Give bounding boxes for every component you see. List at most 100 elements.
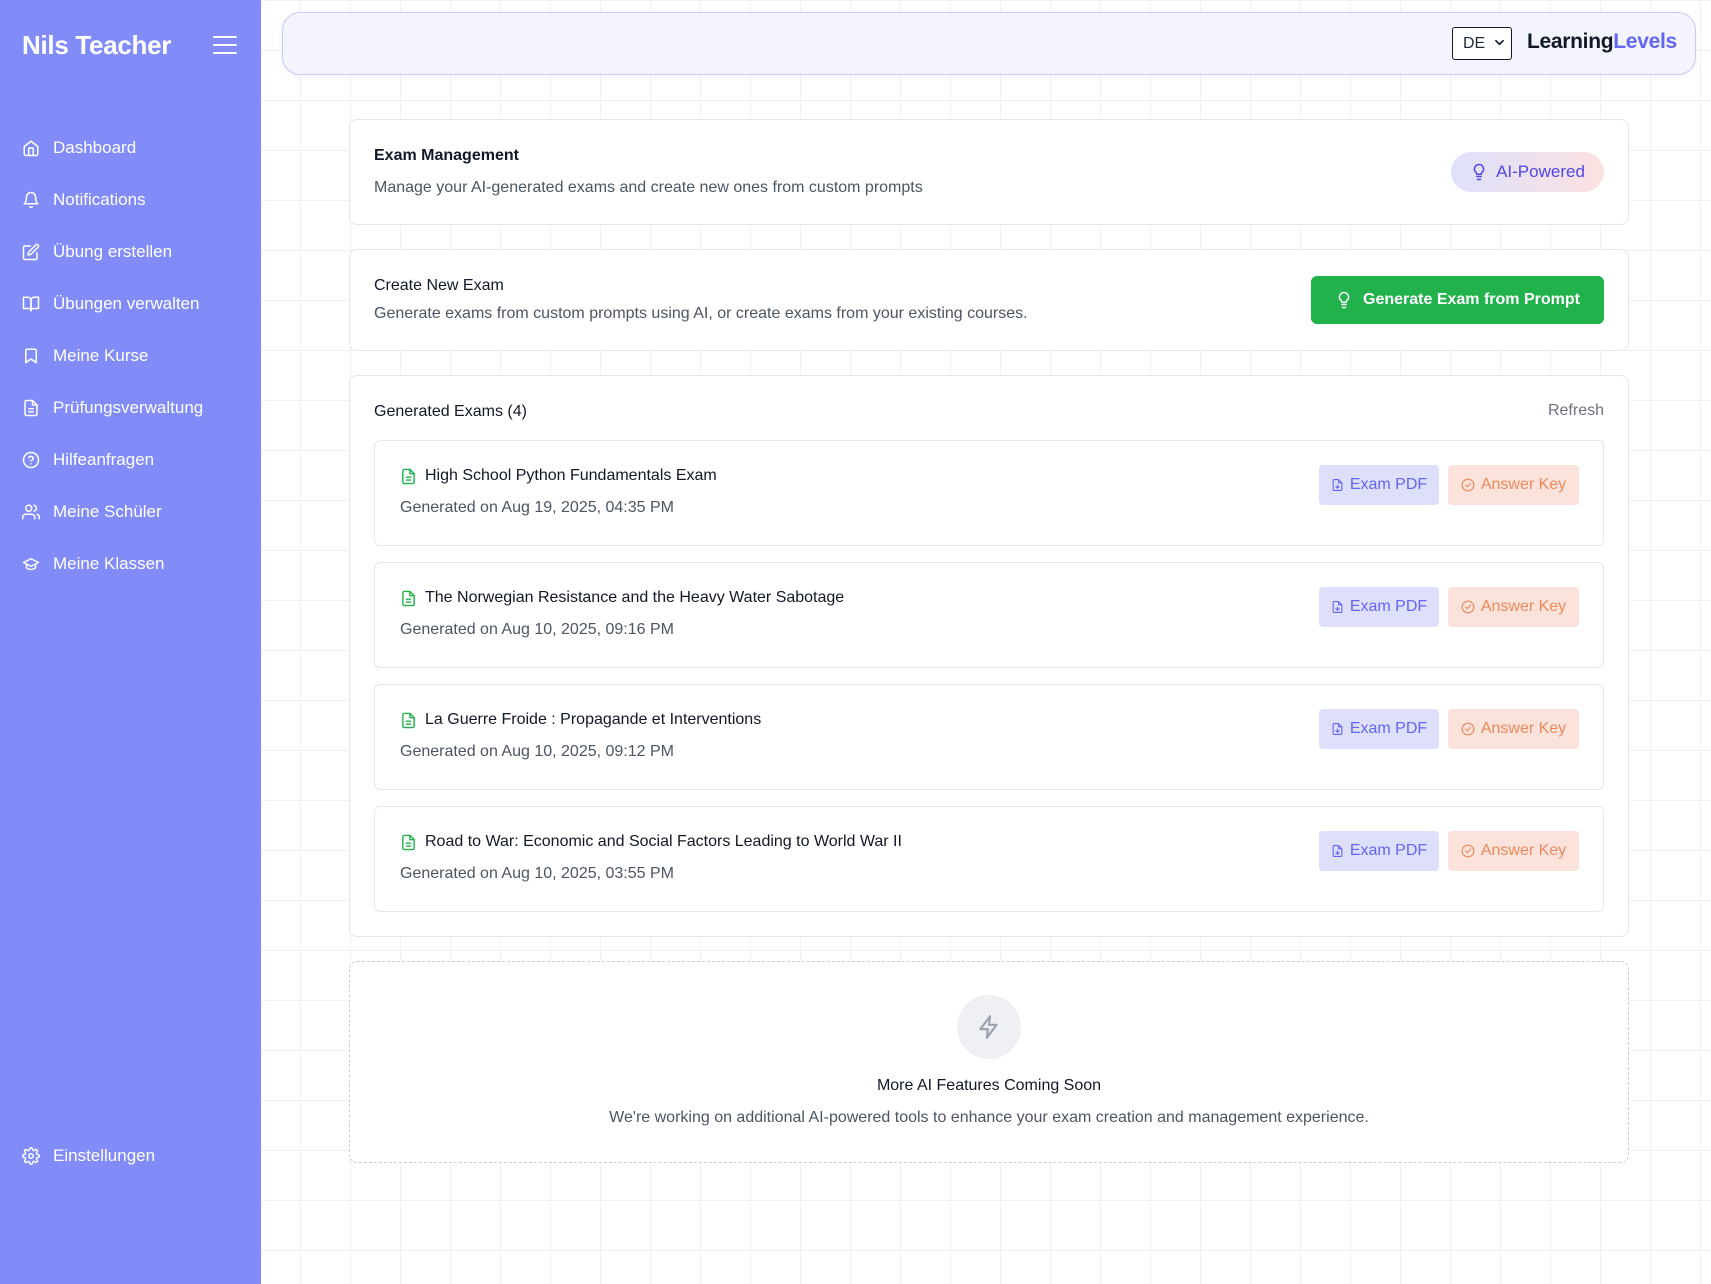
sidebar-item-meine-klassen[interactable]: Meine Klassen bbox=[0, 538, 261, 590]
menu-toggle-icon[interactable] bbox=[213, 36, 237, 54]
ai-powered-badge: AI-Powered bbox=[1451, 152, 1604, 192]
bookmark-icon bbox=[22, 347, 40, 365]
exam-pdf-button[interactable]: Exam PDF bbox=[1319, 465, 1439, 505]
exam-title-text: High School Python Fundamentals Exam bbox=[425, 467, 717, 484]
file-text-icon bbox=[22, 399, 40, 417]
sidebar-footer: Einstellungen bbox=[0, 1130, 261, 1182]
exam-pdf-button[interactable]: Exam PDF bbox=[1319, 587, 1439, 627]
document-icon bbox=[402, 468, 415, 484]
exam-row: Road to War: Economic and Social Factors… bbox=[374, 806, 1604, 912]
brand-name: Nils Teacher bbox=[22, 29, 172, 60]
answer-key-button[interactable]: Answer Key bbox=[1448, 831, 1579, 871]
exam-row: The Norwegian Resistance and the Heavy W… bbox=[374, 562, 1604, 668]
edit-icon bbox=[22, 243, 40, 261]
exam-pdf-label: Exam PDF bbox=[1349, 720, 1428, 737]
check-circle-icon bbox=[1461, 600, 1475, 614]
sidebar-item-meine-kurse[interactable]: Meine Kurse bbox=[0, 330, 261, 382]
exam-title: La Guerre Froide : Propagande et Interve… bbox=[400, 711, 761, 729]
graduation-cap-icon bbox=[22, 555, 40, 573]
file-download-icon bbox=[1332, 479, 1343, 491]
book-open-icon bbox=[22, 295, 40, 313]
exam-title-text: Road to War: Economic and Social Factors… bbox=[425, 833, 902, 850]
sidebar-item-pruefungsverwaltung[interactable]: Prüfungsverwaltung bbox=[0, 382, 261, 434]
bell-icon bbox=[22, 191, 40, 209]
exam-pdf-label: Exam PDF bbox=[1349, 842, 1428, 859]
create-exam-title: Create New Exam bbox=[374, 277, 504, 294]
app-logo[interactable]: LearningLevels bbox=[1527, 30, 1677, 54]
exam-pdf-label: Exam PDF bbox=[1349, 476, 1428, 493]
sidebar-item-label: Einstellungen bbox=[53, 1146, 156, 1165]
document-icon bbox=[402, 834, 415, 850]
sidebar-item-label: Meine Kurse bbox=[53, 346, 149, 365]
exam-title: Road to War: Economic and Social Factors… bbox=[400, 833, 902, 851]
answer-key-button[interactable]: Answer Key bbox=[1448, 465, 1579, 505]
badge-label: AI-Powered bbox=[1496, 162, 1585, 181]
sidebar-item-notifications[interactable]: Notifications bbox=[0, 174, 261, 226]
sidebar-item-uebung-erstellen[interactable]: Übung erstellen bbox=[0, 226, 261, 278]
generate-exam-button[interactable]: Generate Exam from Prompt bbox=[1311, 276, 1604, 324]
sidebar-item-meine-schueler[interactable]: Meine Schüler bbox=[0, 486, 261, 538]
exam-row: La Guerre Froide : Propagande et Interve… bbox=[374, 684, 1604, 790]
check-circle-icon bbox=[1461, 478, 1475, 492]
sidebar-item-label: Übungen verwalten bbox=[53, 294, 200, 313]
sidebar-item-label: Dashboard bbox=[53, 138, 137, 157]
exam-pdf-button[interactable]: Exam PDF bbox=[1319, 831, 1439, 871]
sidebar-item-label: Meine Klassen bbox=[53, 554, 165, 573]
generated-exams-card: Generated Exams (4) Refresh High School … bbox=[349, 375, 1629, 937]
sidebar-item-einstellungen[interactable]: Einstellungen bbox=[0, 1130, 261, 1182]
logo-text-levels: Levels bbox=[1613, 30, 1677, 53]
lightning-bolt-icon bbox=[979, 1015, 998, 1039]
exam-date: Generated on Aug 19, 2025, 04:35 PM bbox=[400, 499, 674, 516]
create-exam-subtitle: Generate exams from custom prompts using… bbox=[374, 305, 1028, 322]
chevron-down-icon bbox=[1495, 39, 1504, 46]
answer-key-label: Answer Key bbox=[1480, 720, 1567, 737]
sidebar-item-dashboard[interactable]: Dashboard bbox=[0, 122, 261, 174]
sidebar-item-hilfeanfragen[interactable]: Hilfeanfragen bbox=[0, 434, 261, 486]
lightbulb-icon bbox=[1338, 291, 1350, 309]
sidebar-item-label: Prüfungsverwaltung bbox=[53, 398, 204, 417]
file-download-icon bbox=[1332, 845, 1343, 857]
check-circle-icon bbox=[1461, 844, 1475, 858]
sidebar-nav: Dashboard Notifications Übung erstellen … bbox=[0, 122, 261, 590]
coming-soon-panel: More AI Features Coming Soon We're worki… bbox=[349, 961, 1629, 1163]
sidebar-item-label: Übung erstellen bbox=[53, 242, 173, 261]
sidebar-item-label: Notifications bbox=[53, 190, 146, 209]
create-exam-card: Create New Exam Generate exams from cust… bbox=[349, 249, 1629, 351]
generated-exams-title: Generated Exams (4) bbox=[374, 403, 527, 420]
bolt-icon-circle bbox=[957, 995, 1021, 1059]
exam-title: The Norwegian Resistance and the Heavy W… bbox=[400, 589, 844, 607]
coming-soon-title: More AI Features Coming Soon bbox=[876, 1077, 1102, 1094]
language-value: DE bbox=[1463, 34, 1486, 52]
exam-pdf-label: Exam PDF bbox=[1349, 598, 1428, 615]
exam-date: Generated on Aug 10, 2025, 09:12 PM bbox=[400, 743, 674, 760]
logo-text-learning: Learning bbox=[1527, 30, 1614, 53]
gear-icon bbox=[22, 1147, 40, 1165]
exam-date: Generated on Aug 10, 2025, 03:55 PM bbox=[400, 865, 674, 882]
sidebar-item-uebungen-verwalten[interactable]: Übungen verwalten bbox=[0, 278, 261, 330]
help-circle-icon bbox=[22, 451, 40, 469]
file-download-icon bbox=[1332, 601, 1343, 613]
exam-management-card: Exam Management Manage your AI-generated… bbox=[349, 119, 1629, 225]
answer-key-button[interactable]: Answer Key bbox=[1448, 709, 1579, 749]
answer-key-label: Answer Key bbox=[1480, 598, 1567, 615]
sidebar-item-label: Meine Schüler bbox=[53, 502, 162, 521]
exam-row: High School Python Fundamentals Exam Gen… bbox=[374, 440, 1604, 546]
page-subtitle: Manage your AI-generated exams and creat… bbox=[374, 179, 923, 196]
exam-pdf-button[interactable]: Exam PDF bbox=[1319, 709, 1439, 749]
generate-exam-label: Generate Exam from Prompt bbox=[1363, 291, 1580, 308]
refresh-button[interactable]: Refresh bbox=[1548, 402, 1604, 420]
sidebar-header: Nils Teacher bbox=[22, 28, 237, 62]
file-download-icon bbox=[1332, 723, 1343, 735]
home-icon bbox=[22, 139, 40, 157]
page-title: Exam Management bbox=[374, 147, 519, 164]
language-select[interactable]: DE bbox=[1452, 27, 1512, 60]
document-icon bbox=[402, 712, 415, 728]
exam-title: High School Python Fundamentals Exam bbox=[400, 467, 717, 485]
lightbulb-icon bbox=[1473, 163, 1485, 181]
document-icon bbox=[402, 590, 415, 606]
answer-key-button[interactable]: Answer Key bbox=[1448, 587, 1579, 627]
answer-key-label: Answer Key bbox=[1480, 842, 1567, 859]
exam-date: Generated on Aug 10, 2025, 09:16 PM bbox=[400, 621, 674, 638]
coming-soon-subtitle: We're working on additional AI-powered t… bbox=[609, 1109, 1369, 1126]
sidebar-item-label: Hilfeanfragen bbox=[53, 450, 155, 469]
